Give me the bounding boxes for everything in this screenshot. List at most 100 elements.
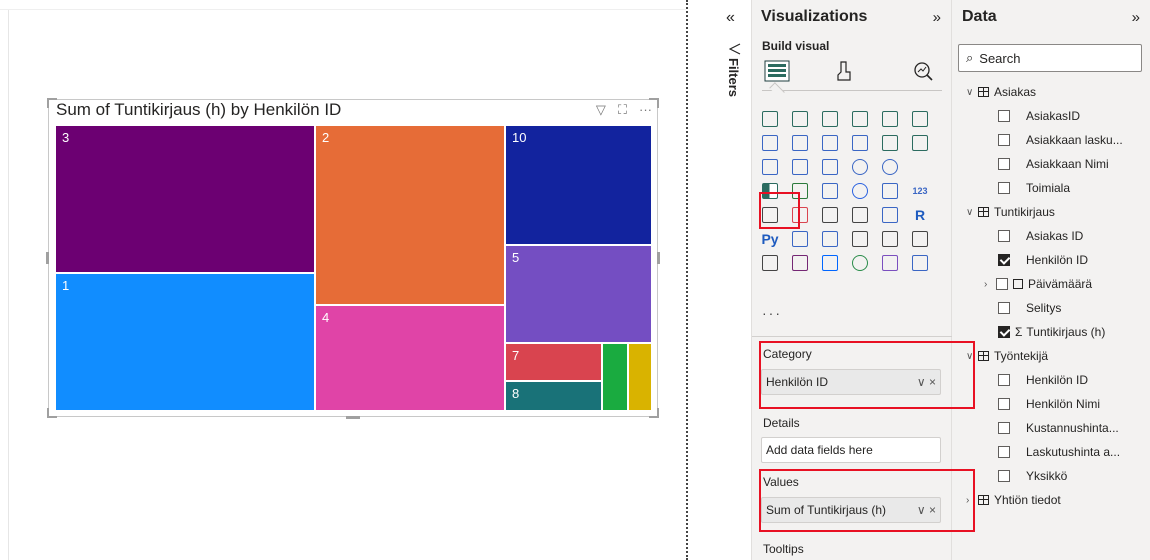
field-checkbox[interactable]	[998, 326, 1010, 338]
field-item[interactable]: Σ Tuntikirjaus (h)	[998, 322, 1105, 342]
stacked-bar-100-visual-icon[interactable]	[820, 109, 840, 129]
field-checkbox[interactable]	[998, 110, 1010, 122]
treemap-cell[interactable]: 4	[315, 305, 505, 411]
gauge-visual-icon[interactable]	[880, 181, 900, 201]
treemap-visual[interactable]: Sum of Tuntikirjaus (h) by Henkilön ID ▽…	[46, 98, 660, 419]
build-visual-tab[interactable]	[762, 56, 792, 86]
metrics-visual-icon[interactable]	[910, 229, 930, 249]
field-item[interactable]: › Päivämäärä	[984, 274, 1092, 294]
field-item[interactable]: Henkilön ID	[998, 370, 1088, 390]
line-visual-icon[interactable]	[760, 133, 780, 153]
field-item[interactable]: Kustannushinta...	[998, 418, 1119, 438]
table-node[interactable]: ∨ Tuntikirjaus	[966, 202, 1055, 222]
qa-visual-icon[interactable]	[850, 229, 870, 249]
field-checkbox[interactable]	[998, 446, 1010, 458]
narrative-visual-icon[interactable]	[880, 229, 900, 249]
field-checkbox[interactable]	[996, 278, 1008, 290]
field-checkbox[interactable]	[998, 470, 1010, 482]
table-node[interactable]: › Yhtiön tiedot	[966, 490, 1061, 510]
clustered-column-visual-icon[interactable]	[880, 109, 900, 129]
power-apps-visual-icon[interactable]	[790, 253, 810, 273]
resize-handle-br-v[interactable]	[657, 408, 659, 418]
field-checkbox[interactable]	[998, 302, 1010, 314]
chevron-right-icon[interactable]: ›	[984, 279, 996, 290]
pie-visual-icon[interactable]	[850, 157, 870, 177]
more-visual-icon[interactable]	[910, 253, 930, 273]
table-node[interactable]: ∨ Asiakas	[966, 82, 1036, 102]
stacked-column-100-visual-icon[interactable]	[910, 109, 930, 129]
field-checkbox[interactable]	[998, 182, 1010, 194]
field-checkbox[interactable]	[998, 254, 1010, 266]
treemap-cell[interactable]	[602, 343, 628, 411]
field-checkbox[interactable]	[998, 134, 1010, 146]
stacked-bar-visual-icon[interactable]	[760, 109, 780, 129]
field-checkbox[interactable]	[998, 398, 1010, 410]
field-item[interactable]: Toimiala	[998, 178, 1070, 198]
field-checkbox[interactable]	[998, 422, 1010, 434]
resize-handle-tl-v[interactable]	[47, 98, 49, 108]
more-options-icon[interactable]: ···	[639, 103, 652, 117]
format-visual-tab[interactable]	[830, 56, 860, 86]
paginated-visual-icon[interactable]	[760, 253, 780, 273]
azure-map-visual-icon[interactable]	[850, 181, 870, 201]
area-visual-icon[interactable]	[790, 133, 810, 153]
field-item[interactable]: Asiakkaan lasku...	[998, 130, 1123, 150]
funnel-visual-icon[interactable]	[790, 157, 810, 177]
filter-icon[interactable]: ▽	[596, 103, 606, 117]
stacked-column-visual-icon[interactable]	[850, 109, 870, 129]
stacked-area-visual-icon[interactable]	[820, 133, 840, 153]
more-visuals-button[interactable]: ···	[762, 305, 782, 321]
collapse-panes-icon[interactable]: «	[726, 9, 735, 27]
arcgis-visual-icon[interactable]	[850, 253, 870, 273]
filled-map-visual-icon[interactable]	[820, 181, 840, 201]
clustered-bar-visual-icon[interactable]	[790, 109, 810, 129]
field-item[interactable]: Asiakkaan Nimi	[998, 154, 1109, 174]
resize-handle-right[interactable]	[657, 252, 660, 264]
treemap-cell[interactable]: 7	[505, 343, 602, 381]
field-item[interactable]: Henkilön Nimi	[998, 394, 1100, 414]
resize-handle-tr-v[interactable]	[657, 98, 659, 108]
field-checkbox[interactable]	[998, 230, 1010, 242]
filters-pane-collapsed[interactable]: « Filters	[716, 0, 752, 560]
diamond-visual-icon[interactable]	[880, 253, 900, 273]
details-drop-zone[interactable]: Add data fields here	[761, 437, 941, 463]
treemap-cell[interactable]: 2	[315, 125, 505, 305]
decomposition-tree-visual-icon[interactable]	[820, 229, 840, 249]
treemap-cell[interactable]: 8	[505, 381, 602, 411]
table-node[interactable]: ∨ Työntekijä	[966, 346, 1048, 366]
python-visual-icon[interactable]: Py	[760, 229, 780, 249]
chevron-down-icon[interactable]: ∨	[966, 207, 978, 218]
field-checkbox[interactable]	[998, 374, 1010, 386]
field-item[interactable]: Laskutushinta a...	[998, 442, 1120, 462]
card-visual-icon[interactable]: 123	[910, 181, 930, 201]
power-automate-visual-icon[interactable]	[820, 253, 840, 273]
chevron-down-icon[interactable]: ∨	[966, 87, 978, 98]
field-item[interactable]: Yksikkö	[998, 466, 1067, 486]
data-expand-icon[interactable]: »	[1132, 9, 1140, 26]
field-checkbox[interactable]	[998, 158, 1010, 170]
search-input[interactable]: ⌕ Search	[958, 44, 1142, 72]
filters-label[interactable]: Filters	[726, 58, 741, 97]
resize-handle-bottom[interactable]	[346, 416, 360, 419]
treemap-cell[interactable]: 10	[505, 125, 652, 245]
key-influencers-visual-icon[interactable]	[790, 229, 810, 249]
treemap-cell[interactable]	[628, 343, 652, 411]
resize-handle-bl-v[interactable]	[47, 408, 49, 418]
field-item[interactable]: Selitys	[998, 298, 1061, 318]
filter-funnel-icon[interactable]	[728, 42, 741, 58]
treemap-cell[interactable]: 3	[55, 125, 315, 273]
waterfall-visual-icon[interactable]	[760, 157, 780, 177]
analytics-tab[interactable]	[908, 56, 938, 86]
slicer-visual-icon[interactable]	[820, 205, 840, 225]
matrix-visual-icon[interactable]	[880, 205, 900, 225]
focus-mode-icon[interactable]: ⛶	[618, 103, 627, 117]
scatter-visual-icon[interactable]	[820, 157, 840, 177]
treemap-cell[interactable]: 1	[55, 273, 315, 411]
table-visual-icon[interactable]	[850, 205, 870, 225]
field-item[interactable]: Asiakas ID	[998, 226, 1083, 246]
treemap-cell[interactable]: 5	[505, 245, 652, 343]
ribbon-visual-icon[interactable]	[910, 133, 930, 153]
line-column-visual-icon[interactable]	[850, 133, 870, 153]
resize-handle-left[interactable]	[46, 252, 49, 264]
field-item[interactable]: AsiakasID	[998, 106, 1080, 126]
